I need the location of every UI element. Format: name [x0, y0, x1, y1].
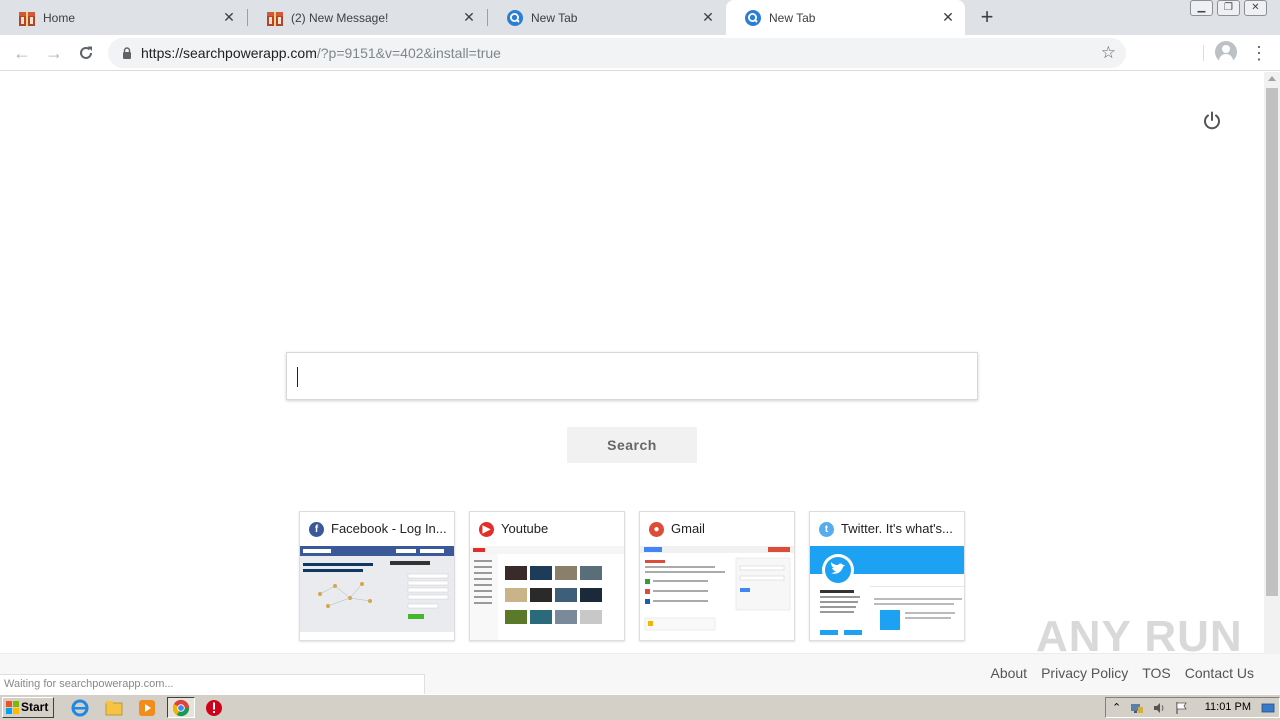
start-label: Start — [21, 700, 49, 714]
tab-home[interactable]: Home ✕ — [0, 0, 246, 35]
tile-header: ▶ Youtube — [470, 512, 624, 546]
tos-link[interactable]: TOS — [1142, 665, 1171, 681]
stop-warning-icon[interactable] — [204, 698, 224, 718]
lock-icon — [123, 47, 131, 59]
action-center-flag-icon[interactable] — [1174, 701, 1188, 715]
search-box[interactable] — [286, 352, 978, 400]
show-desktop-icon[interactable] — [1261, 701, 1275, 715]
file-explorer-icon[interactable] — [104, 698, 124, 718]
about-link[interactable]: About — [990, 665, 1027, 681]
tab-close-icon[interactable]: ✕ — [941, 10, 955, 24]
page-content: Search f Facebook - Log In... ▶ Youtube … — [0, 72, 1280, 694]
clock: 11:01 PM — [1204, 701, 1251, 713]
facebook-icon: f — [309, 522, 324, 537]
searchpower-q-icon — [507, 9, 523, 26]
tab-title: (2) New Message! — [291, 10, 389, 25]
gmail-icon: ● — [649, 522, 664, 537]
tab-new-tab-active[interactable]: New Tab ✕ — [726, 0, 965, 35]
address-bar[interactable]: https://searchpowerapp.com/?p=9151&v=402… — [108, 38, 1126, 68]
window-controls: ▁ ❐ ✕ — [1190, 0, 1267, 16]
youtube-thumbnail — [470, 546, 624, 640]
gmail-thumbnail — [640, 546, 794, 640]
url-path: /?p=9151&v=402&install=true — [316, 45, 501, 61]
back-arrow-icon[interactable]: ← — [10, 41, 34, 65]
toolbar-divider — [1203, 45, 1204, 61]
volume-icon[interactable] — [1152, 701, 1166, 715]
vertical-scrollbar[interactable] — [1264, 72, 1280, 654]
tile-header: t Twitter. It's what's... — [810, 512, 964, 546]
tile-facebook[interactable]: f Facebook - Log In... — [299, 511, 455, 641]
text-caret — [297, 367, 298, 387]
searchpower-q-icon — [745, 9, 761, 26]
chrome-taskbar-button[interactable] — [167, 697, 195, 718]
contact-us-link[interactable]: Contact Us — [1185, 665, 1254, 681]
browser-toolbar: ← → https://searchpowerapp.com/?p=9151&v… — [0, 35, 1280, 71]
bookmark-star-icon[interactable]: ☆ — [1101, 43, 1116, 63]
windows-taskbar: Start ⌃ 11:01 PM — [0, 694, 1280, 720]
tile-label: Twitter. It's what's... — [841, 521, 953, 536]
tab-close-icon[interactable]: ✕ — [701, 10, 715, 24]
twitter-thumbnail — [810, 546, 964, 640]
menu-kebab-icon[interactable]: ⋮ — [1250, 43, 1268, 63]
screen: Home ✕ (2) New Message! ✕ New Tab ✕ New … — [0, 0, 1280, 720]
start-button[interactable]: Start — [2, 697, 54, 718]
forward-arrow-icon[interactable]: → — [42, 41, 66, 65]
speed-dial-tiles: f Facebook - Log In... ▶ Youtube ● Gmail… — [299, 511, 965, 641]
tile-header: ● Gmail — [640, 512, 794, 546]
facebook-thumbnail — [300, 546, 454, 640]
search-input[interactable] — [295, 363, 965, 391]
network-icon[interactable] — [1130, 701, 1144, 715]
gift-box-icon — [267, 11, 283, 26]
scroll-up-arrow-icon[interactable] — [1268, 76, 1276, 81]
youtube-icon: ▶ — [479, 522, 494, 537]
close-window-icon[interactable]: ✕ — [1244, 0, 1267, 16]
footer-links: About Privacy Policy TOS Contact Us — [990, 665, 1254, 681]
tile-label: Facebook - Log In... — [331, 521, 447, 536]
scrollbar-thumb[interactable] — [1266, 88, 1278, 596]
power-icon[interactable] — [1201, 110, 1223, 132]
tile-label: Youtube — [501, 521, 549, 536]
anyrun-watermark: ANY RUN — [1036, 612, 1243, 661]
internet-explorer-icon[interactable] — [70, 698, 90, 718]
windows-flag-icon — [6, 701, 19, 714]
reload-icon[interactable] — [74, 41, 98, 65]
tile-label: Gmail — [671, 521, 705, 536]
chrome-icon — [172, 699, 190, 717]
restore-icon[interactable]: ❐ — [1217, 0, 1240, 16]
status-bubble: Waiting for searchpowerapp.com... — [0, 674, 425, 694]
tab-title: Home — [43, 10, 76, 25]
tile-youtube[interactable]: ▶ Youtube — [469, 511, 625, 641]
tray-expand-icon[interactable]: ⌃ — [1112, 701, 1126, 715]
tile-header: f Facebook - Log In... — [300, 512, 454, 546]
url-host: https://searchpowerapp.com — [141, 45, 317, 61]
system-tray: ⌃ 11:01 PM — [1105, 697, 1280, 718]
tile-twitter[interactable]: t Twitter. It's what's... — [809, 511, 965, 641]
privacy-policy-link[interactable]: Privacy Policy — [1041, 665, 1128, 681]
tab-title: New Tab — [769, 10, 816, 25]
tab-close-icon[interactable]: ✕ — [222, 10, 236, 24]
url-text: https://searchpowerapp.com/?p=9151&v=402… — [141, 45, 501, 61]
search-button[interactable]: Search — [567, 427, 697, 463]
tab-title: New Tab — [531, 10, 578, 25]
tab-new-tab-1[interactable]: New Tab ✕ — [488, 0, 725, 35]
media-player-icon[interactable] — [137, 698, 157, 718]
twitter-icon: t — [819, 522, 834, 537]
minimize-icon[interactable]: ▁ — [1190, 0, 1213, 16]
tile-gmail[interactable]: ● Gmail — [639, 511, 795, 641]
new-tab-button[interactable]: + — [975, 6, 999, 30]
tab-close-icon[interactable]: ✕ — [462, 10, 476, 24]
gift-box-icon — [19, 11, 35, 26]
tab-strip: Home ✕ (2) New Message! ✕ New Tab ✕ New … — [0, 0, 1280, 35]
profile-avatar-icon[interactable] — [1215, 41, 1237, 63]
tab-new-message[interactable]: (2) New Message! ✕ — [248, 0, 486, 35]
